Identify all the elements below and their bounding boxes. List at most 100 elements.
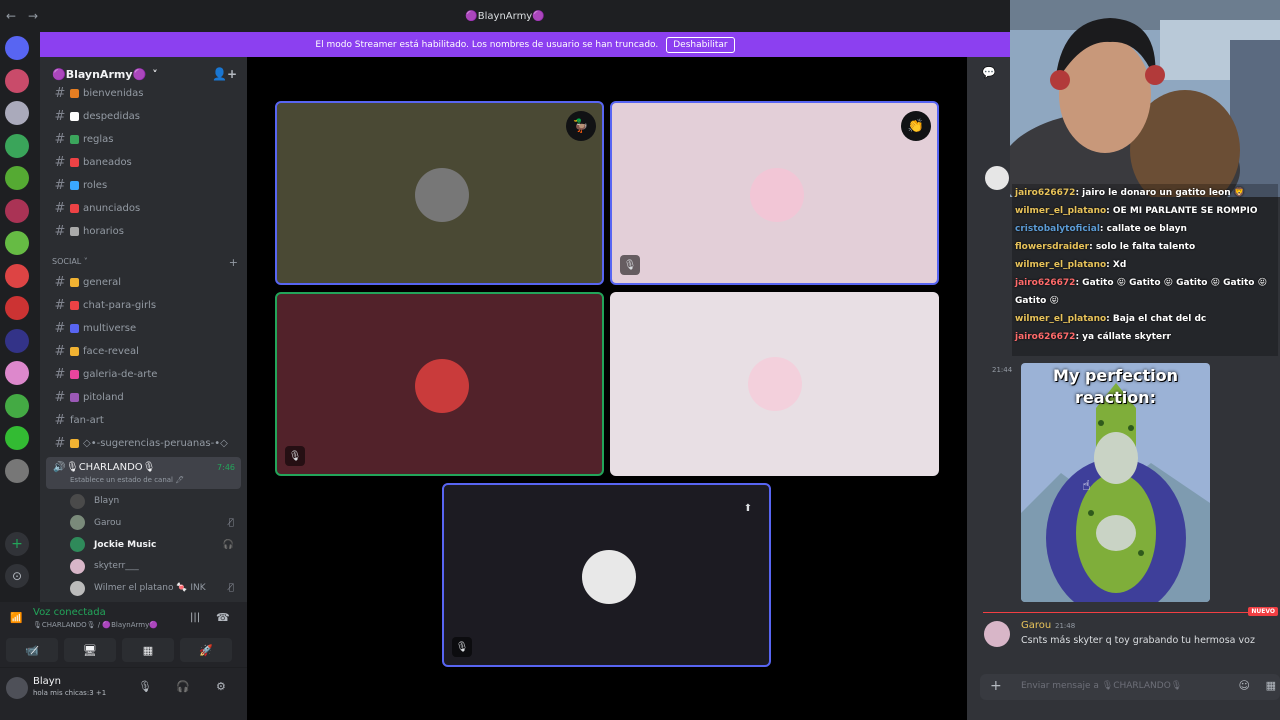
avatar <box>70 558 85 574</box>
chat-username: wilmer_el_platano <box>1015 260 1107 270</box>
emoji-icon[interactable]: ☺ <box>1239 679 1250 692</box>
channel-label: general <box>83 276 122 288</box>
speaker-icon: 🔊 <box>53 462 66 473</box>
avatar[interactable] <box>984 621 1010 647</box>
server-icon[interactable] <box>5 361 29 385</box>
emoji-icon <box>70 226 79 236</box>
add-attachment-icon[interactable]: + <box>990 678 1002 694</box>
chat-text: : solo le falta talento <box>1089 242 1196 252</box>
voice-connected-channel[interactable]: 🎙CHARLANDO🎙 / 🟣BlaynArmy🟣 <box>33 621 158 629</box>
disconnect-icon[interactable]: ☎ <box>216 611 230 624</box>
hash-icon: # <box>54 177 66 193</box>
soundboard-button[interactable]: 🚀 <box>180 638 232 662</box>
channel-status[interactable]: Establece un estado de canal 🖊 <box>70 476 184 484</box>
emoji-icon <box>70 277 79 287</box>
server-icon[interactable] <box>5 426 29 450</box>
chat-message: Garou 21:48 Csnts más skyter q toy graba… <box>983 618 1280 658</box>
participant-tile-5[interactable]: ⬆ 🎙 <box>442 483 771 667</box>
avatar <box>70 493 85 509</box>
server-icon[interactable] <box>5 231 29 255</box>
channel-despedidas[interactable]: # despedidas <box>50 106 240 126</box>
voice-user[interactable]: Jockie Music 🎧 <box>70 535 240 555</box>
activities-button[interactable]: ▦ <box>122 638 174 662</box>
channel-chat-para-girls[interactable]: # chat-para-girls <box>50 295 240 315</box>
channel-horarios[interactable]: # horarios <box>50 221 240 241</box>
voice-stage: 🦆 👏 🎙 🎙 ⬆ 🎙 <box>247 57 967 720</box>
server-icon[interactable] <box>5 133 29 158</box>
server-icon[interactable] <box>5 296 29 320</box>
channel-galeria-de-arte[interactable]: # galeria-de-arte <box>50 364 240 384</box>
voice-user[interactable]: skyterr___ <box>70 556 240 576</box>
channel-pitoland[interactable]: # pitoland <box>50 387 240 407</box>
apps-icon[interactable]: ▦ <box>1266 679 1276 692</box>
channel-fan-art[interactable]: # fan-art <box>50 410 240 430</box>
message-input[interactable]: Enviar mensaje a 🎙CHARLANDO🎙 <box>1021 681 1182 691</box>
camera-button[interactable]: 📹̸ <box>6 638 58 662</box>
headset-icon: 🎧 <box>222 539 234 550</box>
server-icon[interactable] <box>5 198 29 223</box>
channel-bienvenidas[interactable]: # bienvenidas <box>50 83 240 103</box>
voice-user[interactable]: Garou 🎙̸ <box>70 513 240 533</box>
server-icon[interactable] <box>5 68 29 93</box>
channel-multiverse[interactable]: # multiverse <box>50 318 240 338</box>
channel-reglas[interactable]: # reglas <box>50 129 240 149</box>
voice-user[interactable]: Blayn <box>70 491 240 511</box>
server-icon[interactable] <box>5 101 29 125</box>
meme-image[interactable]: My perfection reaction: <box>1021 363 1210 602</box>
channel-roles[interactable]: # roles <box>50 175 240 195</box>
server-icon[interactable] <box>5 263 29 288</box>
chat-text: : Xd <box>1106 260 1127 270</box>
invite-icon[interactable]: 👤+ <box>212 67 237 81</box>
add-channel-icon[interactable]: + <box>229 256 238 269</box>
emoji-icon <box>70 88 79 98</box>
server-icon[interactable] <box>5 328 29 353</box>
channel-baneados[interactable]: # baneados <box>50 152 240 172</box>
message-composer[interactable]: + Enviar mensaje a 🎙CHARLANDO🎙 ☺ ▦ <box>980 674 1280 700</box>
channel--sugerencias-peruanas-[interactable]: # ◇•-sugerencias-peruanas-•◇ <box>50 433 240 453</box>
screen-share-button[interactable]: 🖥 <box>64 638 116 662</box>
channel-label: chat-para-girls <box>83 299 157 311</box>
chat-username: jairo626672 <box>1015 332 1076 342</box>
voice-user-name: Blayn <box>94 496 120 506</box>
participant-tile-4[interactable] <box>610 292 939 476</box>
voice-user-name: Garou <box>94 517 122 528</box>
server-icon[interactable] <box>5 393 29 418</box>
settings-gear-icon[interactable]: ⚙ <box>216 680 226 693</box>
category-social[interactable]: SOCIAL ˅ + <box>52 256 242 269</box>
stream-chat-overlay: jairo626672: jairo le donaro un gatito l… <box>1012 184 1278 356</box>
participant-tile-1[interactable]: 🦆 <box>275 101 604 285</box>
user-name[interactable]: Blayn <box>33 676 61 687</box>
emoji-icon <box>70 180 79 190</box>
channel-general[interactable]: # general <box>50 272 240 292</box>
channel-label: reglas <box>83 133 114 145</box>
server-icon[interactable] <box>5 166 29 190</box>
emoji-icon <box>70 300 79 310</box>
chat-bubble-icon[interactable]: 💬 <box>982 66 996 79</box>
hash-icon: # <box>54 274 66 290</box>
new-messages-divider: NUEVO <box>983 607 1278 616</box>
avatar[interactable] <box>6 677 28 699</box>
disable-streamer-button[interactable]: Deshabilitar <box>666 36 735 53</box>
signal-icon[interactable]: 📶 <box>10 613 22 624</box>
message-author[interactable]: Garou <box>1021 620 1051 631</box>
participant-tile-2[interactable]: 👏 🎙 <box>610 101 939 285</box>
chat-username: wilmer_el_platano <box>1015 206 1107 216</box>
channel-face-reveal[interactable]: # face-reveal <box>50 341 240 361</box>
voice-user-name: skyterr___ <box>94 561 139 572</box>
participant-tile-3[interactable]: 🎙 <box>275 292 604 476</box>
microphone-icon[interactable]: 🎙 <box>138 680 152 693</box>
channel-label: baneados <box>83 156 132 168</box>
muted-mic-icon: 🎙 <box>452 637 472 657</box>
headset-icon[interactable]: 🎧 <box>176 680 190 693</box>
hash-icon: # <box>54 297 66 313</box>
server-icon[interactable] <box>5 458 29 483</box>
add-server-icon[interactable]: + <box>5 532 29 556</box>
voice-channel-charlando[interactable]: 🔊 🎙CHARLANDO🎙 7:46 Establece un estado d… <box>46 457 241 489</box>
voice-user[interactable]: Wilmer el platano 🍬 INK 🎙̸ <box>70 578 240 598</box>
voice-user-name: Wilmer el platano 🍬 INK <box>94 583 206 594</box>
server-icon[interactable] <box>5 36 29 60</box>
explore-icon[interactable]: ⊙ <box>5 564 29 588</box>
muted-mic-icon: 🎙̸ <box>228 583 234 594</box>
noise-suppression-icon[interactable]: ||| <box>190 612 200 623</box>
channel-anunciados[interactable]: # anunciados <box>50 198 240 218</box>
